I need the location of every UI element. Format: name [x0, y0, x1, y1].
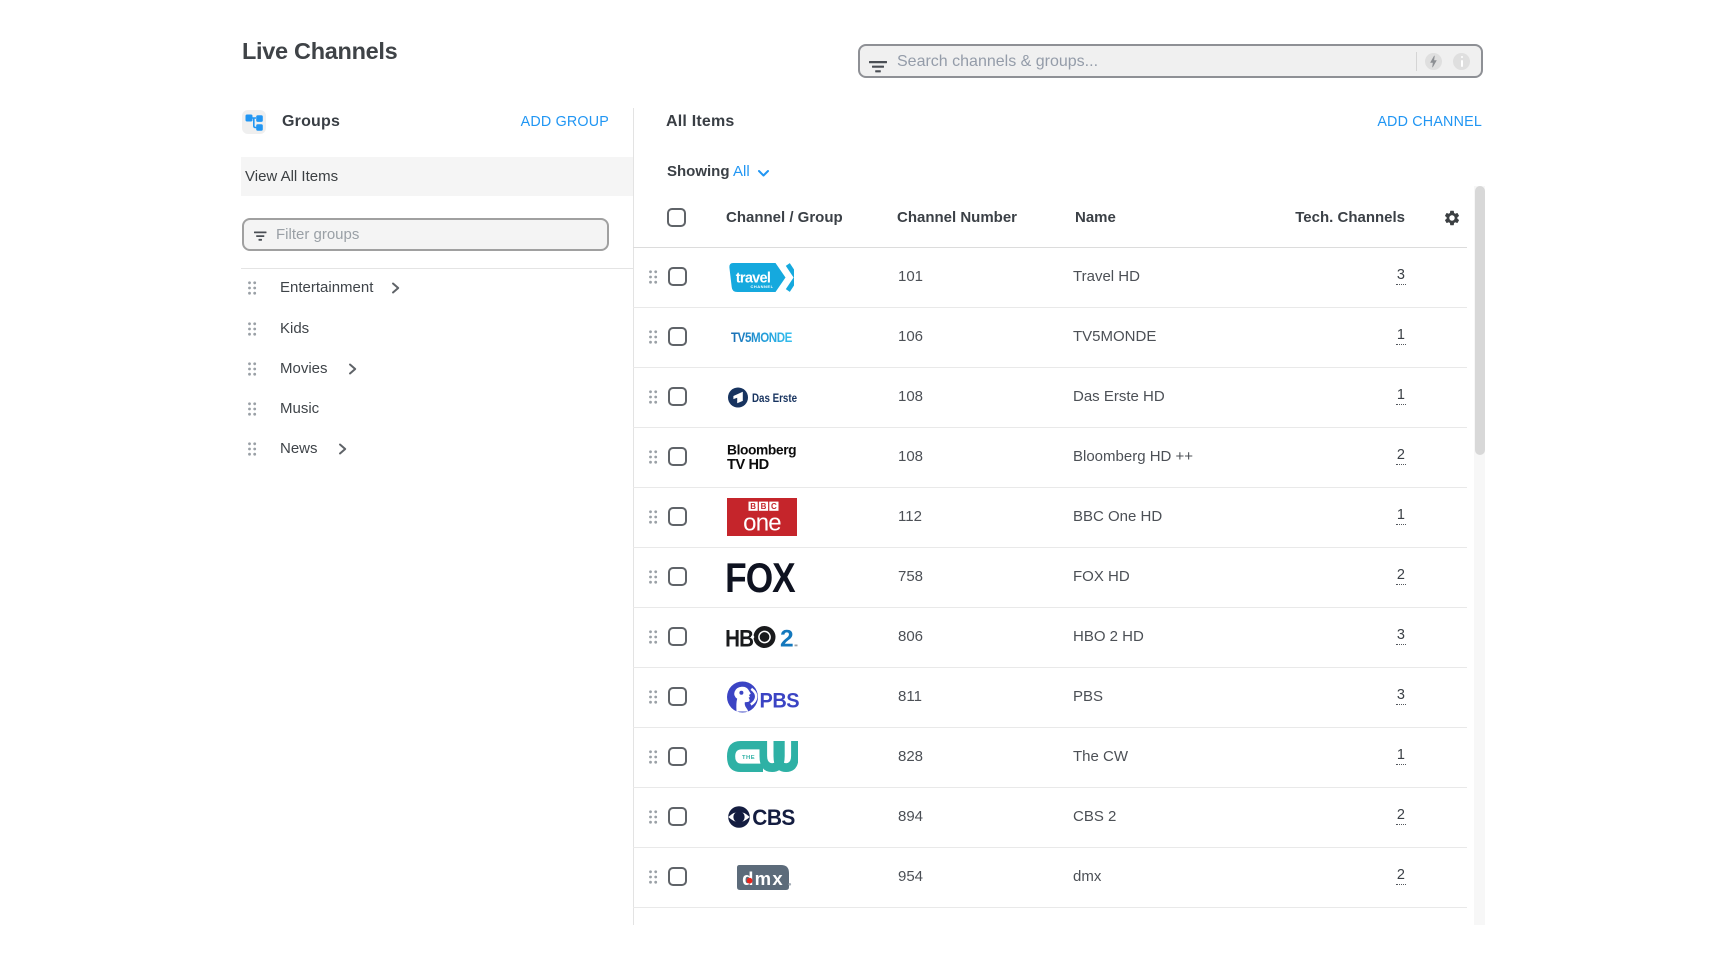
svg-text:CBS: CBS — [752, 806, 795, 828]
svg-text:CHANNEL: CHANNEL — [750, 284, 773, 289]
svg-text:TV5MONDE: TV5MONDE — [731, 330, 792, 345]
svg-text:2: 2 — [780, 626, 794, 650]
svg-text:THE: THE — [742, 755, 755, 761]
svg-text:HB: HB — [726, 625, 754, 649]
svg-text:FOX: FOX — [726, 562, 796, 593]
svg-text:one: one — [743, 510, 781, 537]
svg-text:PBS: PBS — [760, 689, 800, 713]
svg-text:Das Erste: Das Erste — [752, 391, 797, 405]
svg-text:TV HD: TV HD — [727, 457, 769, 471]
svg-text:Bloomberg: Bloomberg — [727, 443, 796, 458]
